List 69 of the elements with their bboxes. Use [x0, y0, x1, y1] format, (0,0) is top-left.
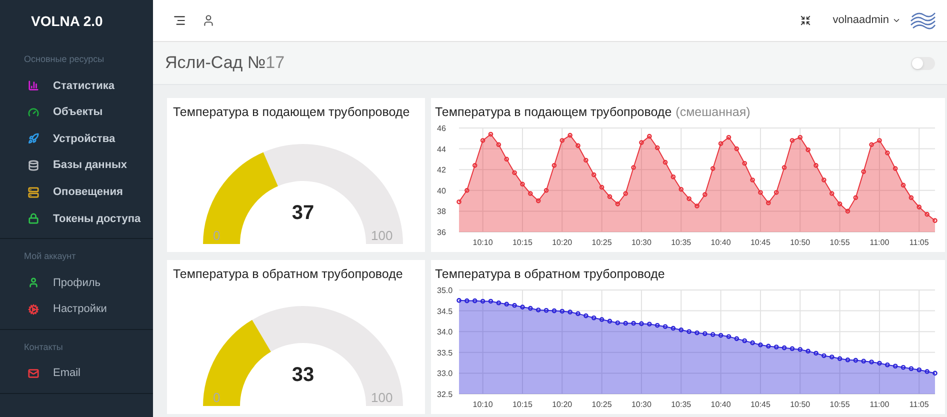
card-title-note: (смешанная) — [676, 104, 750, 121]
axis-label: 11:00 — [870, 400, 890, 409]
axis-label: 11:00 — [870, 238, 890, 247]
axis-label: 33.0 — [437, 368, 453, 378]
axis-label: 10:10 — [472, 400, 493, 409]
axis-label: 10:15 — [512, 400, 532, 409]
shrink-icon[interactable] — [800, 15, 811, 26]
card-title: Температура в подающем трубопроводе — [435, 104, 672, 121]
axis-label: 10:45 — [750, 238, 770, 247]
sidebar-link[interactable]: Профиль — [53, 274, 100, 292]
axis-label: 10:55 — [830, 400, 850, 409]
section-title: Контакты — [23, 340, 64, 354]
card-title: Температура в обратном трубопроводе — [435, 266, 665, 283]
axis-label: 42 — [437, 165, 446, 174]
menu-icon[interactable] — [173, 14, 186, 27]
axis-label: 10:30 — [631, 400, 652, 409]
axis-label: 10:25 — [592, 238, 612, 247]
gauge-max: 100 — [371, 226, 393, 245]
sidebar-link[interactable]: Базы данных — [53, 157, 127, 174]
gauge-value: 33 — [290, 362, 316, 388]
brand-title: VOLNA 2.0 — [30, 12, 104, 30]
user-icon[interactable] — [202, 14, 215, 27]
axis-label: 34.0 — [437, 327, 453, 336]
axis-label: 46 — [437, 124, 446, 133]
wave-logo — [909, 10, 937, 30]
sidebar-link[interactable]: Настройки — [53, 301, 107, 318]
sidebar-link[interactable]: Статистика — [53, 78, 114, 94]
axis-label: 10:55 — [830, 238, 850, 247]
axis-label: 10:40 — [710, 400, 731, 409]
axis-label: 35.0 — [437, 286, 453, 295]
page-title: Ясли-Сад № — [165, 52, 266, 74]
section-title: Основные ресурсы — [23, 53, 106, 66]
axis-label: 10:10 — [472, 238, 493, 247]
axis-label: 32.5 — [437, 390, 453, 399]
axis-label: 33.5 — [437, 348, 453, 358]
axis-label: 10:20 — [552, 400, 572, 409]
section-title: Мой аккаунт — [23, 250, 77, 264]
gauge-min: 0 — [213, 388, 220, 407]
gauge-min: 0 — [213, 226, 220, 245]
axis-label: 10:35 — [671, 400, 692, 409]
axis-label: 10:50 — [790, 238, 810, 247]
axis-label: 10:35 — [671, 238, 692, 247]
sidebar-link[interactable]: Устройства — [53, 130, 116, 148]
sidebar-link[interactable]: Email — [53, 365, 81, 382]
axis-label: 10:20 — [552, 238, 572, 247]
user-menu[interactable]: volnaadmin — [832, 12, 901, 29]
axis-label: 40 — [437, 186, 446, 196]
gauge-max: 100 — [371, 388, 393, 407]
sidebar-link[interactable]: Оповещения — [53, 184, 123, 200]
card-title: Температура в подающем трубопроводе — [173, 104, 411, 121]
sidebar-link[interactable]: Токены доступа — [53, 210, 141, 228]
toggle-switch[interactable] — [911, 56, 935, 70]
axis-label: 38 — [437, 206, 446, 216]
axis-label: 10:25 — [592, 400, 612, 409]
gauge-value: 37 — [290, 200, 316, 226]
caret-icon — [892, 16, 901, 25]
card-title: Температура в обратном трубопроводе — [173, 266, 404, 283]
axis-label: 10:30 — [631, 238, 652, 247]
axis-label: 34.5 — [437, 306, 453, 316]
axis-label: 36 — [437, 228, 446, 237]
page-title-number: 17 — [266, 52, 285, 74]
axis-label: 10:15 — [512, 238, 532, 247]
axis-label: 44 — [437, 144, 446, 154]
axis-label: 10:45 — [750, 400, 770, 409]
axis-label: 10:40 — [710, 238, 731, 247]
axis-label: 11:05 — [909, 400, 929, 409]
sidebar-link[interactable]: Объекты — [53, 104, 103, 121]
axis-label: 11:05 — [909, 238, 929, 247]
axis-label: 10:50 — [790, 400, 810, 409]
